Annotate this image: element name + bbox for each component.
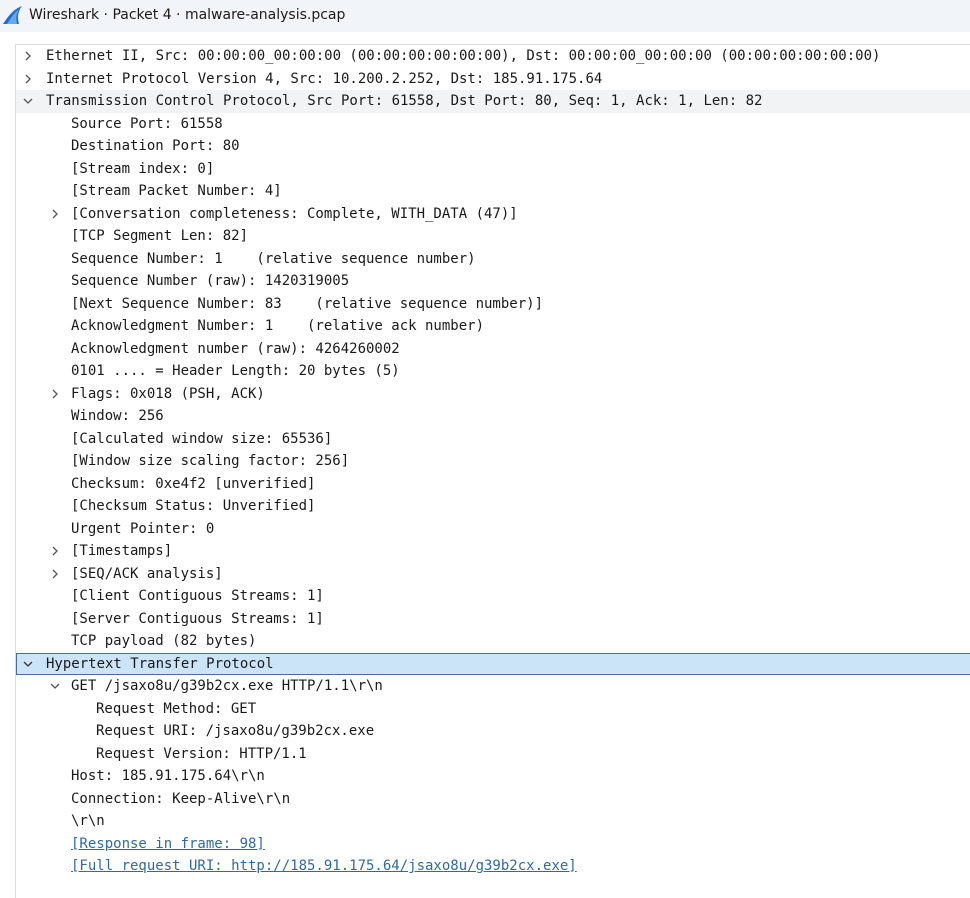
tree-row-next-sequence-number[interactable]: [Next Sequence Number: 83 (relative sequ… [16,293,970,316]
chevron-right-icon[interactable] [48,540,62,562]
tree-row-label: Transmission Control Protocol, Src Port:… [46,93,763,109]
tree-row-header-length[interactable]: 0101 .... = Header Length: 20 bytes (5) [16,360,970,383]
tree-row-label: Flags: 0x018 (PSH, ACK) [71,385,265,402]
tree-row-label: Sequence Number: 1 (relative sequence nu… [71,250,476,267]
chevron-down-icon[interactable] [21,653,35,675]
tree-row-label: TCP payload (82 bytes) [71,633,257,649]
tree-row-http[interactable]: Hypertext Transfer Protocol [16,653,970,675]
tree-row-ethernet[interactable]: Ethernet II, Src: 00:00:00_00:00:00 (00:… [16,45,970,68]
tree-row-label: 0101 .... = Header Length: 20 bytes (5) [71,363,400,379]
tree-row-tcp-payload[interactable]: TCP payload (82 bytes) [16,630,970,653]
tree-row-timestamps[interactable]: [Timestamps] [16,540,970,563]
tree-row-request-uri[interactable]: Request URI: /jsaxo8u/g39b2cx.exe [16,720,970,743]
tree-row-label: Hypertext Transfer Protocol [46,656,274,672]
tree-row-label: [Timestamps] [71,543,173,559]
tree-row-host[interactable]: Host: 185.91.175.64\r\n [16,765,970,788]
tree-row-label: Source Port: 61558 [71,115,223,132]
tree-row-flags[interactable]: Flags: 0x018 (PSH, ACK) [16,383,970,406]
tree-row-label: Connection: Keep-Alive\r\n [71,790,291,807]
tree-row-label: Checksum: 0xe4f2 [unverified] [71,475,316,492]
tree-row-label: \r\n [71,813,105,829]
tree-row-label: [Client Contiguous Streams: 1] [71,588,324,604]
tree-row-checksum[interactable]: Checksum: 0xe4f2 [unverified] [16,473,970,496]
wireshark-fin-icon [2,5,24,25]
tree-row-window-scaling-factor[interactable]: [Window size scaling factor: 256] [16,450,970,473]
tree-row-source-port[interactable]: Source Port: 61558 [16,113,970,136]
tree-row-label: [Calculated window size: 65536] [71,430,333,447]
tree-row-label: Request URI: /jsaxo8u/g39b2cx.exe [96,723,375,739]
tree-row-label: GET /jsaxo8u/g39b2cx.exe HTTP/1.1\r\n [71,678,383,694]
tree-row-label: Host: 185.91.175.64\r\n [71,768,265,784]
tree-row-client-contiguous-streams[interactable]: [Client Contiguous Streams: 1] [16,585,970,608]
tree-row-acknowledgment-number-raw[interactable]: Acknowledgment number (raw): 4264260002 [16,338,970,361]
tree-row-checksum-status[interactable]: [Checksum Status: Unverified] [16,495,970,518]
tree-row-ipv4[interactable]: Internet Protocol Version 4, Src: 10.200… [16,68,970,91]
tree-row-label: Urgent Pointer: 0 [71,520,215,537]
tree-row-label: [Conversation completeness: Complete, WI… [71,205,518,222]
tree-row-label: Destination Port: 80 [71,138,240,154]
full-request-uri-link[interactable]: [Full request URI: http://185.91.175.64/… [71,855,577,878]
tree-row-label: [Window size scaling factor: 256] [71,453,350,469]
tree-row-request-version[interactable]: Request Version: HTTP/1.1 [16,743,970,766]
packet-details-tree[interactable]: Ethernet II, Src: 00:00:00_00:00:00 (00:… [15,44,970,898]
tree-row-label: [Next Sequence Number: 83 (relative sequ… [71,295,544,312]
tree-row-label: [SEQ/ACK analysis] [71,565,223,582]
tree-row-server-contiguous-streams[interactable]: [Server Contiguous Streams: 1] [16,608,970,631]
response-frame-link[interactable]: [Response in frame: 98] [71,833,265,856]
tree-row-window[interactable]: Window: 256 [16,405,970,428]
tree-row-connection[interactable]: Connection: Keep-Alive\r\n [16,788,970,811]
tree-row-label: Request Method: GET [96,700,257,717]
chevron-right-icon[interactable] [48,563,62,585]
tree-row-conversation-completeness[interactable]: [Conversation completeness: Complete, WI… [16,203,970,226]
tree-row-destination-port[interactable]: Destination Port: 80 [16,135,970,158]
tree-row-sequence-number-raw[interactable]: Sequence Number (raw): 1420319005 [16,270,970,293]
tree-row-label: Acknowledgment Number: 1 (relative ack n… [71,318,485,334]
tree-row-urgent-pointer[interactable]: Urgent Pointer: 0 [16,518,970,541]
chevron-down-icon[interactable] [48,675,62,697]
chevron-right-icon[interactable] [21,68,35,90]
tree-row-label: Sequence Number (raw): 1420319005 [71,273,350,289]
tree-row-tcp[interactable]: Transmission Control Protocol, Src Port:… [16,90,970,113]
tree-row-label: Ethernet II, Src: 00:00:00_00:00:00 (00:… [46,48,881,64]
tree-row-http-request-line[interactable]: GET /jsaxo8u/g39b2cx.exe HTTP/1.1\r\n [16,675,970,698]
chevron-right-icon[interactable] [48,203,62,225]
chevron-down-icon[interactable] [21,90,35,112]
tree-row-stream-packet-number[interactable]: [Stream Packet Number: 4] [16,180,970,203]
tree-row-calculated-window-size[interactable]: [Calculated window size: 65536] [16,428,970,451]
tree-row-label: Request Version: HTTP/1.1 [96,745,307,762]
tree-row-label: Acknowledgment number (raw): 4264260002 [71,340,400,357]
tree-row-stream-index[interactable]: [Stream index: 0] [16,158,970,181]
chevron-right-icon[interactable] [21,45,35,67]
chevron-right-icon[interactable] [48,383,62,405]
tree-row-label: [Stream index: 0] [71,160,215,177]
tree-row-label: Window: 256 [71,408,164,424]
window-title: Wireshark · Packet 4 · malware-analysis.… [29,7,346,23]
tree-row-label: [TCP Segment Len: 82] [71,228,249,244]
tree-row-label: [Server Contiguous Streams: 1] [71,610,324,627]
tree-row-label: [Stream Packet Number: 4] [71,183,282,199]
tree-row-full-request-uri[interactable]: [Full request URI: http://185.91.175.64/… [16,855,970,878]
tree-row-tcp-segment-len[interactable]: [TCP Segment Len: 82] [16,225,970,248]
tree-row-crlf[interactable]: \r\n [16,810,970,833]
tree-row-label: [Checksum Status: Unverified] [71,498,316,514]
tree-row-acknowledgment-number[interactable]: Acknowledgment Number: 1 (relative ack n… [16,315,970,338]
tree-row-label: Internet Protocol Version 4, Src: 10.200… [46,70,603,87]
tree-row-request-method[interactable]: Request Method: GET [16,698,970,721]
tree-row-sequence-number[interactable]: Sequence Number: 1 (relative sequence nu… [16,248,970,271]
window-titlebar: Wireshark · Packet 4 · malware-analysis.… [0,0,970,32]
tree-row-response-in-frame[interactable]: [Response in frame: 98] [16,833,970,856]
tree-row-seq-ack-analysis[interactable]: [SEQ/ACK analysis] [16,563,970,586]
